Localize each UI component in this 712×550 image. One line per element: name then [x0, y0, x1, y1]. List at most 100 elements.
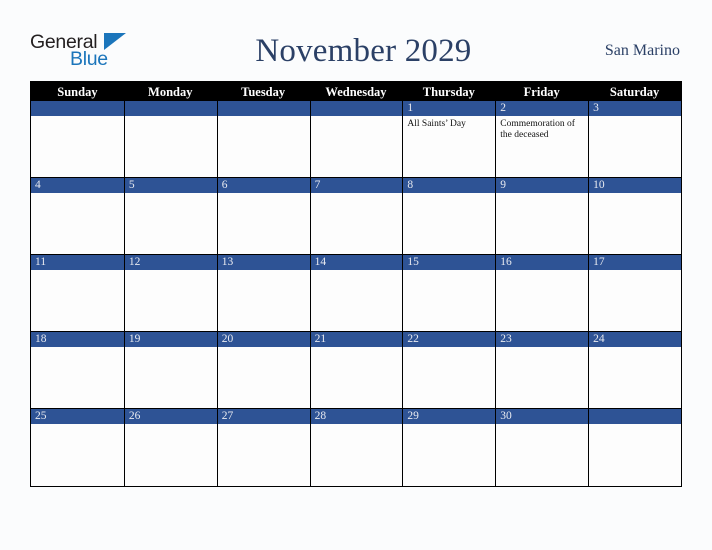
- calendar-day-cell[interactable]: 12: [123, 255, 217, 332]
- day-events: [311, 424, 403, 427]
- day-number: 2: [496, 101, 589, 116]
- calendar-day-cell[interactable]: 6: [216, 178, 310, 255]
- day-events: [403, 193, 495, 196]
- calendar-day-cell[interactable]: 19: [123, 332, 217, 409]
- calendar-day-cell[interactable]: 18: [31, 332, 124, 409]
- general-blue-logo: General Blue: [30, 29, 142, 73]
- day-number: 25: [31, 409, 124, 424]
- day-events: [589, 424, 681, 427]
- day-number: 5: [124, 178, 217, 193]
- day-events: [496, 193, 588, 196]
- calendar-week-row: 25 26 27 28 29 30: [31, 409, 681, 486]
- calendar-day-cell[interactable]: 20: [216, 332, 310, 409]
- day-number: 18: [31, 332, 124, 347]
- day-number: 21: [310, 332, 403, 347]
- calendar-day-cell[interactable]: 14: [309, 255, 403, 332]
- day-events: Commemoration of the deceased: [496, 116, 588, 141]
- calendar-day-cell[interactable]: 15: [402, 255, 496, 332]
- day-number: 6: [217, 178, 310, 193]
- day-events: [218, 193, 310, 196]
- calendar-day-cell[interactable]: 23: [495, 332, 589, 409]
- calendar-day-cell[interactable]: 11: [31, 255, 124, 332]
- day-events: [218, 270, 310, 273]
- day-number: [124, 101, 217, 116]
- day-events: [589, 193, 681, 196]
- calendar-day-cell[interactable]: 4: [31, 178, 124, 255]
- day-events: [311, 116, 403, 119]
- calendar-day-cell[interactable]: 22: [402, 332, 496, 409]
- weekday-header-tuesday: Tuesday: [241, 85, 286, 99]
- day-number: [31, 101, 124, 116]
- day-number: 29: [403, 409, 496, 424]
- weekday-header-sunday: Sunday: [57, 85, 98, 99]
- calendar-day-cell[interactable]: 21: [309, 332, 403, 409]
- calendar-week-row: 1 All Saints’ Day 2 Commemoration of the de…: [31, 101, 681, 178]
- calendar-day-cell[interactable]: [309, 101, 403, 178]
- calendar-grid: Sunday Monday Tuesday Wednesday Thursday Frid…: [30, 81, 682, 487]
- day-number: 16: [496, 255, 589, 270]
- day-number: [310, 101, 403, 116]
- day-events: [311, 347, 403, 350]
- day-events: [218, 116, 310, 119]
- calendar-day-cell[interactable]: 13: [216, 255, 310, 332]
- calendar-day-cell[interactable]: [123, 101, 217, 178]
- day-events: [31, 193, 124, 196]
- day-events: [125, 270, 217, 273]
- day-number: 26: [124, 409, 217, 424]
- weekday-header-row: Sunday Monday Tuesday Wednesday Thursday Frid…: [31, 81, 681, 101]
- day-number: 23: [496, 332, 589, 347]
- calendar-day-cell[interactable]: 27: [216, 409, 310, 486]
- weekday-header-thursday: Thursday: [422, 85, 475, 99]
- calendar-day-cell[interactable]: 30: [495, 409, 589, 486]
- calendar-day-cell[interactable]: 2 Commemoration of the deceased: [495, 101, 589, 178]
- calendar-day-cell[interactable]: 28: [309, 409, 403, 486]
- day-events: [218, 347, 310, 350]
- calendar-day-cell[interactable]: [216, 101, 310, 178]
- calendar-weeks: 1 All Saints’ Day 2 Commemoration of the de…: [31, 101, 681, 486]
- day-number: 11: [31, 255, 124, 270]
- calendar-day-cell[interactable]: 29: [402, 409, 496, 486]
- day-number: 27: [217, 409, 310, 424]
- calendar-day-cell[interactable]: 16: [495, 255, 589, 332]
- day-events: [311, 270, 403, 273]
- day-events: [125, 347, 217, 350]
- calendar-day-cell[interactable]: 1 All Saints’ Day: [402, 101, 496, 178]
- calendar-page: General Blue November 2029 San Marino Su…: [0, 0, 712, 550]
- day-events: All Saints’ Day: [403, 116, 495, 130]
- calendar-day-cell[interactable]: 9: [495, 178, 589, 255]
- calendar-day-cell[interactable]: 25: [31, 409, 124, 486]
- day-number: 3: [589, 101, 681, 116]
- calendar-day-cell[interactable]: 7: [309, 178, 403, 255]
- weekday-header-monday: Monday: [148, 85, 193, 99]
- day-events: [589, 270, 681, 273]
- calendar-day-cell[interactable]: 5: [123, 178, 217, 255]
- day-events: [31, 424, 124, 427]
- day-number: [217, 101, 310, 116]
- day-events: [403, 347, 495, 350]
- day-number: [589, 409, 681, 424]
- day-events: [403, 270, 495, 273]
- day-events: [496, 347, 588, 350]
- calendar-day-cell[interactable]: 26: [123, 409, 217, 486]
- day-events: [125, 193, 217, 196]
- calendar-day-cell[interactable]: 3: [588, 101, 681, 178]
- holiday-label: Commemoration of the deceased: [500, 119, 575, 140]
- day-number: 12: [124, 255, 217, 270]
- weekday-header-wednesday: Wednesday: [325, 85, 387, 99]
- calendar-day-cell[interactable]: 24: [588, 332, 681, 409]
- day-events: [496, 424, 588, 427]
- calendar-day-cell[interactable]: 17: [588, 255, 681, 332]
- day-events: [589, 116, 681, 119]
- calendar-day-cell[interactable]: 10: [588, 178, 681, 255]
- page-header: General Blue November 2029 San Marino: [30, 26, 682, 76]
- day-events: [125, 116, 217, 119]
- day-number: 10: [589, 178, 681, 193]
- day-number: 30: [496, 409, 589, 424]
- day-number: 20: [217, 332, 310, 347]
- day-number: 1: [403, 101, 496, 116]
- calendar-day-cell[interactable]: [588, 409, 681, 486]
- day-number: 4: [31, 178, 124, 193]
- calendar-day-cell[interactable]: 8: [402, 178, 496, 255]
- calendar-day-cell[interactable]: [31, 101, 124, 178]
- calendar-week-row: 4 5 6 7 8 9 10: [31, 178, 681, 255]
